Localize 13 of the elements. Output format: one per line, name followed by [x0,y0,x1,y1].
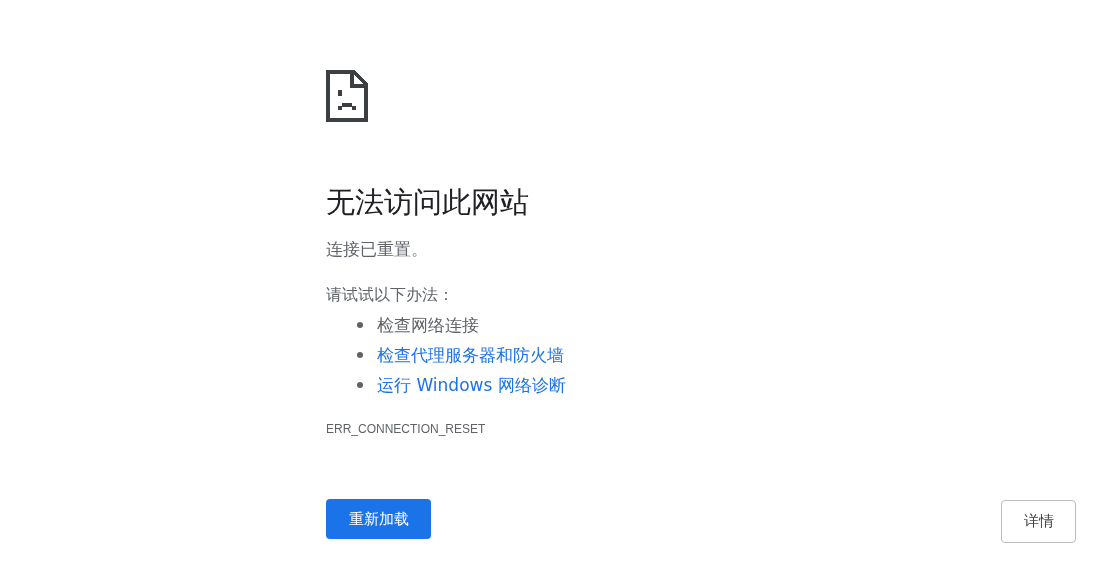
bullet-icon [357,382,363,388]
error-code: ERR_CONNECTION_RESET [326,422,487,436]
details-button[interactable]: 详情 [1001,500,1076,543]
bullet-icon [357,352,363,358]
error-message: 连接已重置。 [326,238,429,260]
suggestions-heading: 请试试以下办法： [326,284,455,306]
suggestion-link[interactable]: 检查代理服务器和防火墙 [377,343,564,367]
sad-page-icon [326,70,368,122]
suggestion-text: 检查网络连接 [377,313,479,337]
suggestion-link[interactable]: 运行 Windows 网络诊断 [377,373,566,397]
reload-button[interactable]: 重新加载 [326,499,431,539]
bullet-icon [357,322,363,328]
error-title: 无法访问此网站 [326,184,530,221]
